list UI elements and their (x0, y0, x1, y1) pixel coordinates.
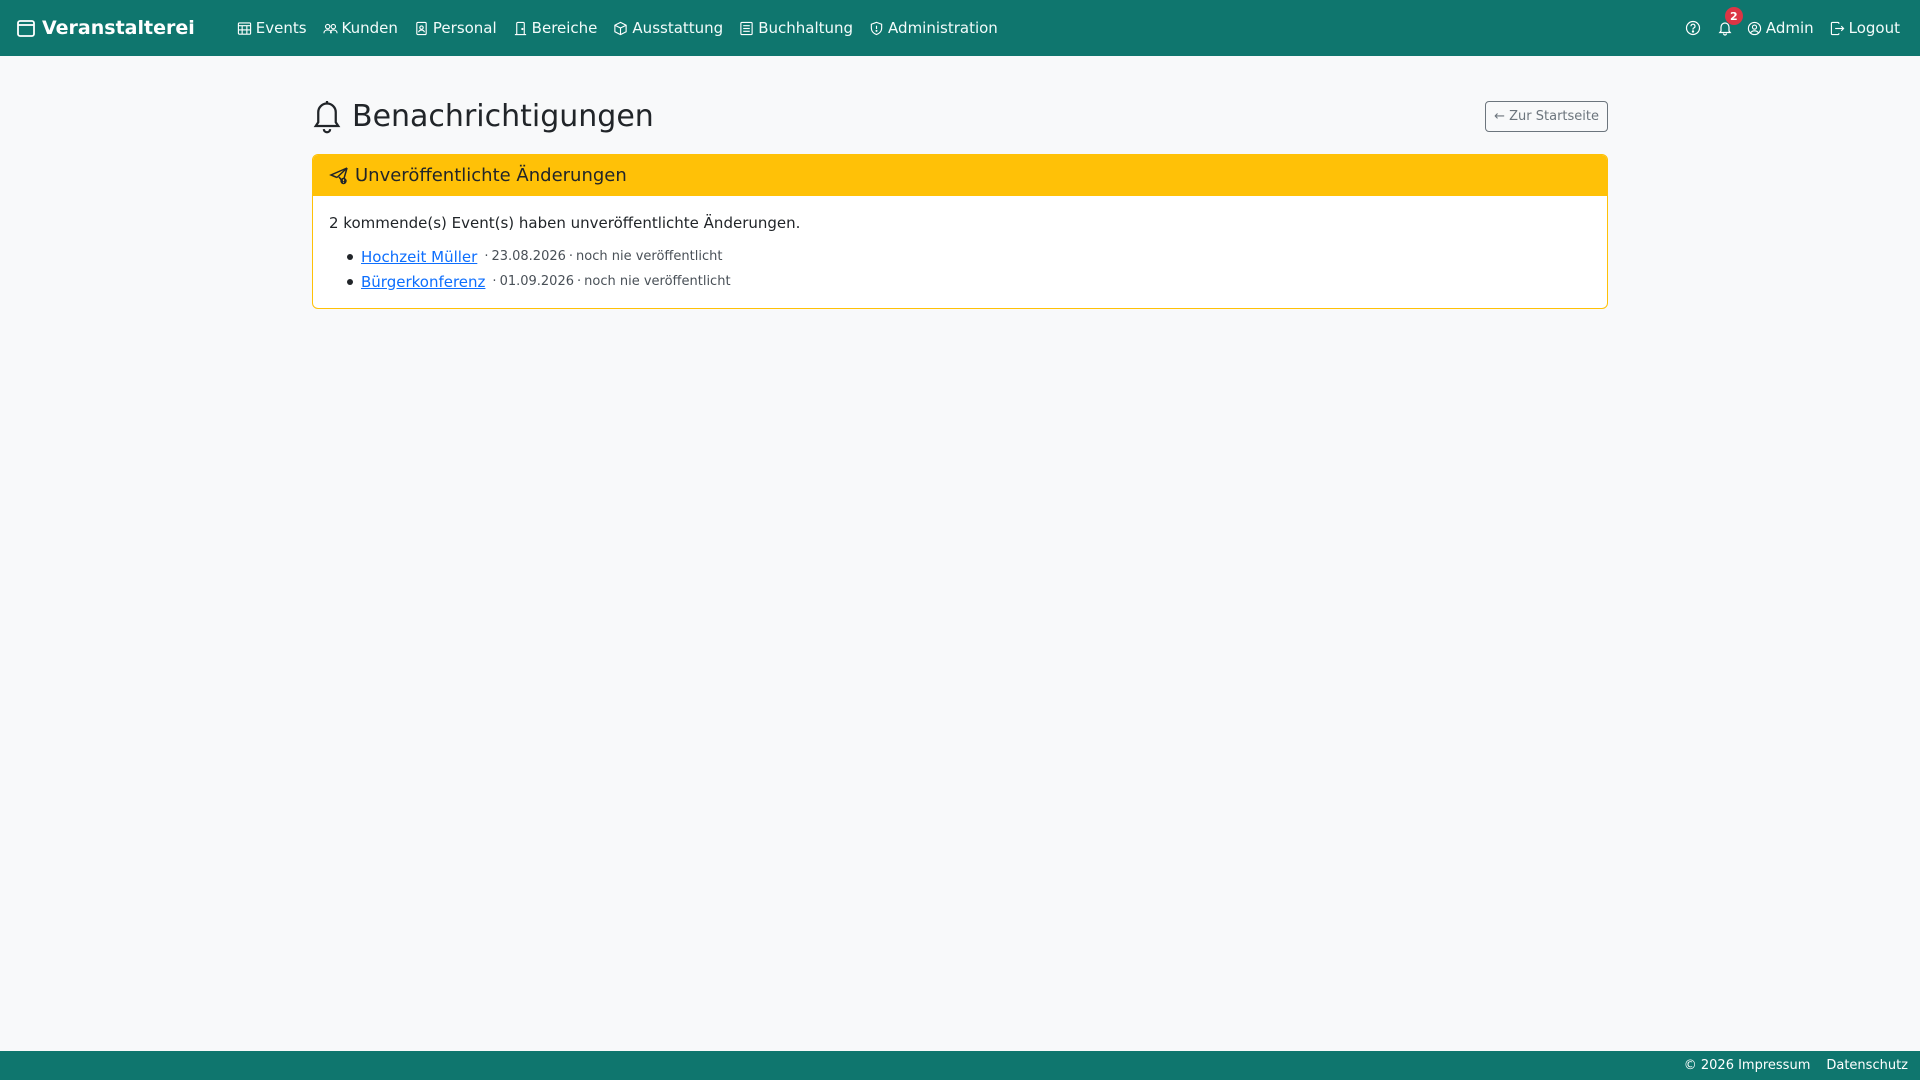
card-title: Unveröffentlichte Änderungen (355, 165, 627, 186)
nav-label: Personal (432, 19, 497, 37)
card-body: 2 kommende(s) Event(s) haben unveröffent… (313, 196, 1607, 308)
calendar-icon (17, 20, 35, 37)
person-badge-icon (416, 21, 427, 35)
question-circle-icon (1685, 20, 1700, 36)
main-nav: Events Kunden Personal Bereiche Ausstatt… (229, 0, 1006, 56)
back-to-home-button[interactable]: ← Zur Startseite (1485, 100, 1608, 132)
datenschutz-link[interactable]: Datenschutz (1826, 1058, 1908, 1073)
nav-right: 2 Admin Logout (1677, 0, 1904, 56)
brand-link[interactable]: Veranstalterei (16, 17, 195, 39)
page-title: Benachrichtigungen (312, 98, 654, 134)
summary-text: 2 kommende(s) Event(s) haben unveröffent… (329, 214, 801, 232)
event-status: noch nie veröffentlicht (584, 274, 731, 289)
nav-item-events[interactable]: Events (229, 0, 315, 56)
box-icon (614, 21, 628, 35)
event-list: Hochzeit Müller · 23.08.2026 · noch nie … (329, 244, 1591, 294)
impressum-link[interactable]: © 2026 Impressum (1684, 1058, 1811, 1073)
page-title-text: Benachrichtigungen (352, 98, 654, 134)
card-header: Unveröffentlichte Änderungen (313, 155, 1607, 196)
person-circle-icon (1747, 21, 1761, 35)
door-icon (514, 21, 526, 35)
nav-label: Events (255, 19, 307, 37)
calendar-grid-icon (237, 21, 251, 35)
event-status: noch nie veröffentlicht (576, 249, 723, 264)
nav-item-personal[interactable]: Personal (406, 0, 505, 56)
event-link-hochzeit-mueller[interactable]: Hochzeit Müller (361, 248, 477, 266)
logout-link[interactable]: Logout (1820, 0, 1904, 56)
event-date: 01.09.2026 (499, 274, 574, 289)
logout-icon (1830, 21, 1845, 35)
event-date: 23.08.2026 (491, 249, 566, 264)
notification-badge: 2 (1724, 7, 1743, 25)
nav-item-buchhaltung[interactable]: Buchhaltung (731, 0, 861, 56)
bell-icon (313, 101, 341, 134)
bullet (347, 278, 353, 285)
top-navbar: Veranstalterei Events Kunden Personal Be… (0, 0, 1920, 56)
separator: · (492, 274, 497, 289)
separator: · (484, 249, 489, 264)
logout-label: Logout (1848, 19, 1900, 37)
separator: · (577, 274, 582, 289)
footer: © 2026 Impressum Datenschutz (0, 1051, 1920, 1080)
nav-label: Bereiche (531, 19, 598, 37)
nav-item-administration[interactable]: Administration (861, 0, 1006, 56)
ledger-icon (740, 21, 753, 35)
nav-label: Ausstattung (632, 19, 724, 37)
nav-item-kunden[interactable]: Kunden (315, 0, 406, 56)
brand-name: Veranstalterei (42, 17, 195, 39)
people-icon (322, 23, 338, 33)
page-header: Benachrichtigungen ← Zur Startseite (312, 96, 1608, 136)
separator: · (568, 249, 574, 264)
notifications-button[interactable]: 2 (1709, 0, 1743, 56)
nav-label: Buchhaltung (758, 19, 854, 37)
main-content: Benachrichtigungen ← Zur Startseite Unve… (312, 96, 1608, 309)
bullet (347, 253, 353, 260)
user-menu[interactable]: Admin (1741, 0, 1820, 56)
unpublished-changes-card: Unveröffentlichte Änderungen 2 kommende(… (312, 154, 1608, 309)
shield-icon (870, 21, 883, 35)
user-label: Admin (1765, 19, 1814, 37)
send-exclamation-icon (329, 166, 348, 184)
list-item: Hochzeit Müller · 23.08.2026 · noch nie … (347, 244, 1591, 269)
list-item: Bürgerkonferenz · 01.09.2026 · noch nie … (347, 269, 1591, 294)
help-button[interactable] (1677, 0, 1709, 56)
event-link-buergerkonferenz[interactable]: Bürgerkonferenz (361, 273, 485, 291)
nav-label: Kunden (341, 19, 398, 37)
nav-item-ausstattung[interactable]: Ausstattung (605, 0, 731, 56)
nav-label: Administration (888, 19, 998, 37)
nav-item-bereiche[interactable]: Bereiche (505, 0, 606, 56)
